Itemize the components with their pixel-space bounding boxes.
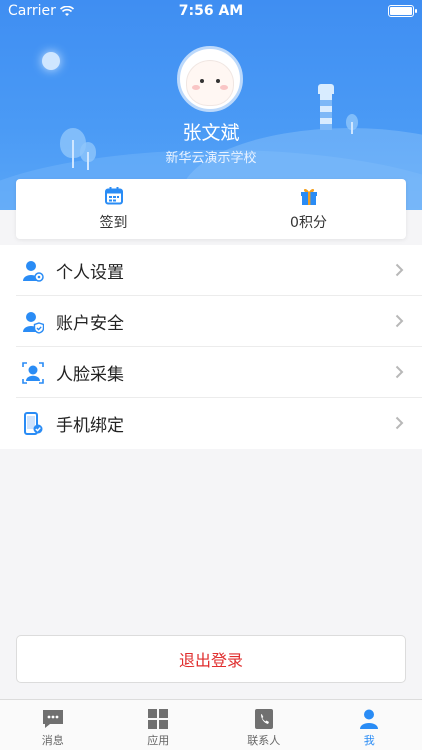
calendar-icon — [104, 187, 123, 205]
tab-apps[interactable]: 应用 — [106, 700, 212, 750]
tab-label: 应用 — [147, 734, 170, 747]
menu-item-personal-settings[interactable]: 个人设置 — [0, 245, 422, 296]
menu-item-label: 账户安全 — [56, 314, 124, 334]
face-capture-icon — [22, 361, 44, 384]
menu-item-phone-binding[interactable]: 手机绑定 — [0, 398, 422, 449]
tab-label: 联系人 — [247, 734, 281, 747]
user-settings-icon — [23, 260, 44, 282]
avatar-face-icon — [187, 61, 233, 105]
tab-bar: 消息 应用 联系人 我 — [0, 699, 422, 750]
school-name: 新华云演示学校 — [165, 151, 257, 166]
phone-bind-icon — [24, 411, 43, 435]
status-bar: Carrier 7:56 AM — [0, 0, 422, 22]
message-icon — [42, 710, 63, 728]
settings-menu: 个人设置 账户安全 人脸采集 手机绑定 — [0, 245, 422, 449]
tab-contacts[interactable]: 联系人 — [211, 700, 317, 750]
me-icon — [360, 709, 379, 729]
checkin-label: 签到 — [99, 215, 128, 231]
logout-button[interactable]: 退出登录 — [16, 635, 406, 683]
account-security-icon — [23, 311, 44, 334]
moon-decoration — [42, 52, 60, 70]
tab-label: 消息 — [41, 734, 64, 747]
chevron-right-icon — [395, 314, 404, 328]
points-button[interactable]: 0积分 — [211, 179, 406, 239]
battery-icon — [388, 5, 417, 17]
menu-item-label: 人脸采集 — [56, 365, 124, 385]
chevron-right-icon — [395, 263, 404, 277]
gift-icon — [300, 188, 317, 205]
tab-label: 我 — [363, 734, 375, 747]
contacts-icon — [254, 709, 273, 729]
menu-item-label: 手机绑定 — [56, 416, 124, 436]
menu-item-label: 个人设置 — [56, 263, 124, 283]
chevron-right-icon — [395, 416, 404, 430]
tab-messages[interactable]: 消息 — [0, 700, 106, 750]
menu-item-face-capture[interactable]: 人脸采集 — [0, 347, 422, 398]
checkin-button[interactable]: 签到 — [16, 179, 211, 239]
apps-grid-icon — [148, 709, 169, 729]
chevron-right-icon — [395, 365, 404, 379]
points-label: 0积分 — [290, 215, 327, 231]
status-time: 7:56 AM — [178, 3, 244, 19]
quick-actions-card: 签到 0积分 — [16, 179, 406, 239]
user-name: 张文斌 — [182, 122, 240, 144]
tab-me[interactable]: 我 — [317, 700, 422, 750]
menu-item-account-security[interactable]: 账户安全 — [0, 296, 422, 347]
avatar[interactable] — [177, 46, 243, 112]
